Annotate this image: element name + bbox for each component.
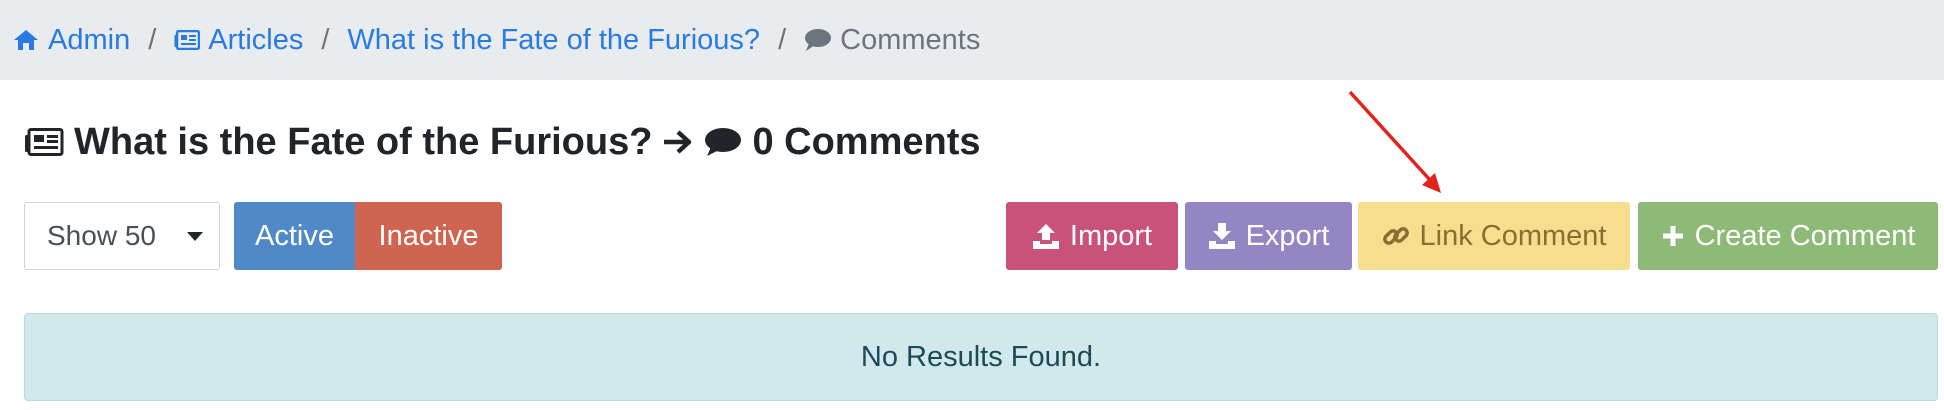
toolbar: Show 50 Active Inactive Import Export Li… — [0, 202, 1944, 270]
import-button[interactable]: Import — [1006, 202, 1178, 270]
link-comment-label: Link Comment — [1419, 219, 1607, 252]
page-size-select[interactable]: Show 50 — [24, 202, 220, 270]
plus-icon — [1662, 226, 1683, 246]
breadcrumb-separator: / — [148, 23, 157, 56]
upload-icon — [1032, 224, 1059, 249]
breadcrumb-articles[interactable]: Articles — [174, 24, 303, 57]
import-label: Import — [1069, 219, 1153, 252]
breadcrumb-current: Comments — [804, 24, 980, 57]
home-icon — [14, 30, 38, 50]
link-comment-button[interactable]: Link Comment — [1358, 202, 1630, 270]
breadcrumb-admin[interactable]: Admin — [12, 24, 130, 57]
export-button[interactable]: Export — [1185, 202, 1352, 270]
breadcrumb-articles-label: Articles — [208, 23, 304, 56]
breadcrumb: Admin / Articles / What is the Fate of t… — [0, 0, 1944, 80]
active-filter-button[interactable]: Active — [234, 202, 355, 270]
newspaper-icon — [174, 30, 201, 50]
breadcrumb-article[interactable]: What is the Fate of the Furious? — [347, 24, 760, 57]
breadcrumb-admin-label: Admin — [48, 23, 131, 56]
page-title: What is the Fate of the Furious? 0 Comme… — [24, 118, 981, 166]
breadcrumb-current-label: Comments — [840, 23, 981, 56]
create-comment-button[interactable]: Create Comment — [1638, 202, 1938, 270]
create-comment-label: Create Comment — [1694, 219, 1916, 252]
link-icon — [1382, 227, 1409, 245]
breadcrumb-article-label: What is the Fate of the Furious? — [347, 23, 761, 56]
page-size-value: Show 50 — [47, 220, 156, 251]
breadcrumb-separator: / — [321, 23, 330, 56]
download-icon — [1208, 223, 1235, 249]
arrow-right-icon — [664, 130, 692, 154]
no-results-message: No Results Found. — [860, 340, 1102, 373]
breadcrumb-separator: / — [778, 23, 787, 56]
inactive-filter-button[interactable]: Inactive — [355, 202, 502, 270]
newspaper-icon — [25, 128, 64, 156]
chevron-down-icon — [187, 232, 203, 241]
no-results-alert: No Results Found. — [24, 313, 1938, 401]
page-title-article: What is the Fate of the Furious? — [74, 120, 653, 163]
comment-icon — [805, 29, 832, 51]
inactive-filter-label: Inactive — [378, 219, 479, 252]
active-filter-label: Active — [255, 219, 334, 252]
comment-icon — [705, 128, 742, 156]
export-label: Export — [1245, 219, 1330, 252]
page-title-comments: 0 Comments — [752, 120, 981, 163]
